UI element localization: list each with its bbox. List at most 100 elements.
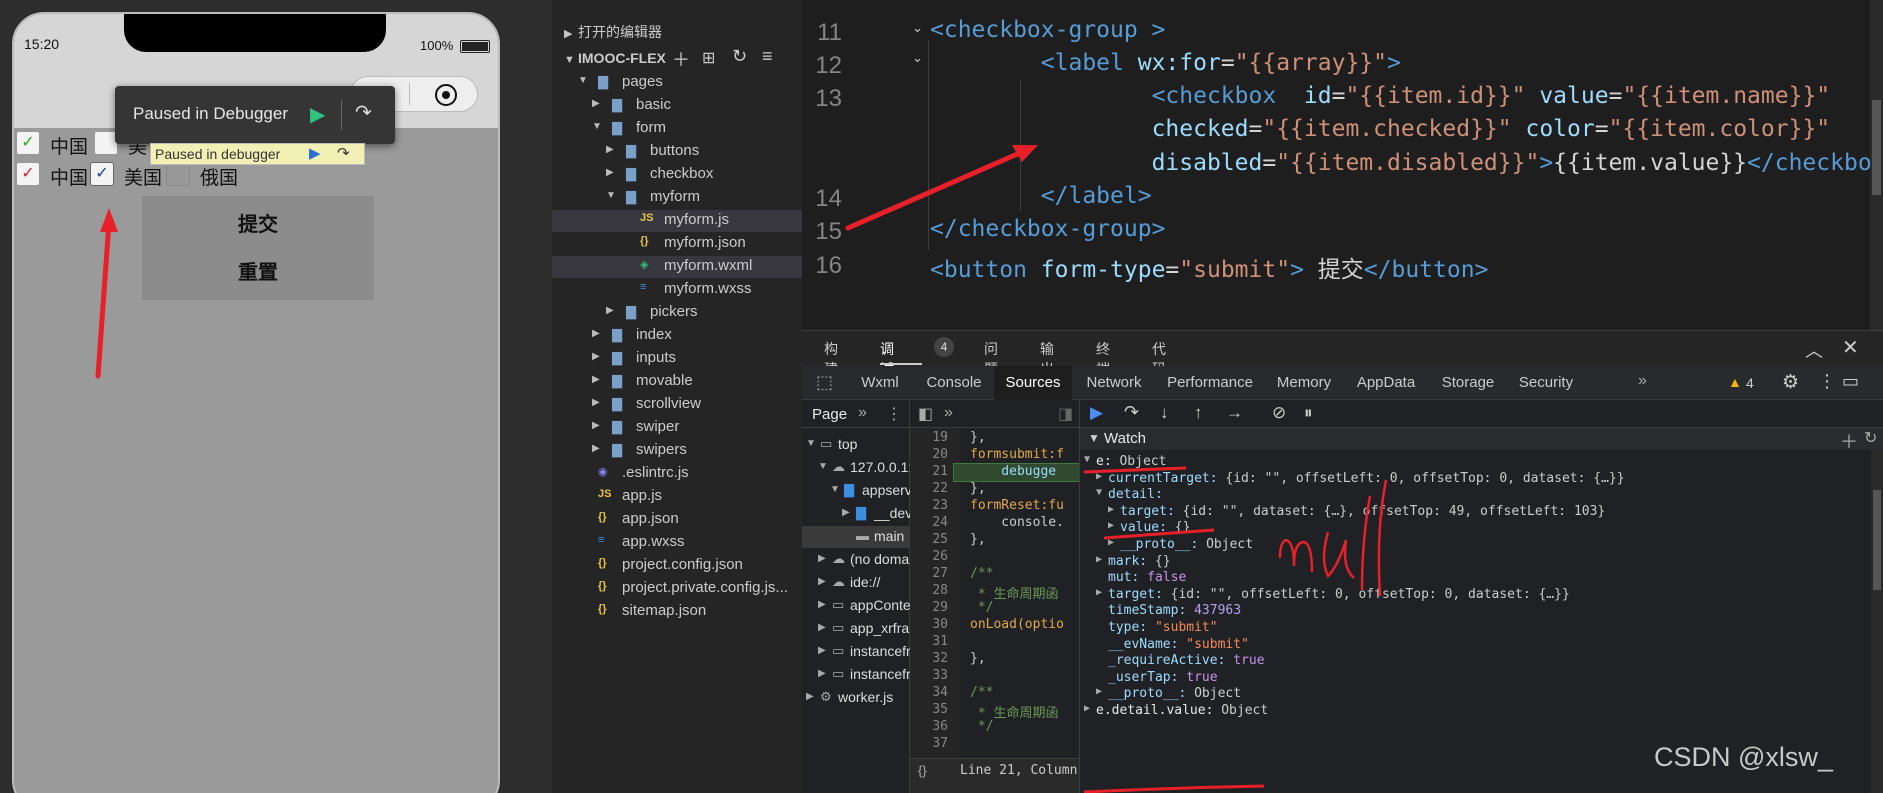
page-tab[interactable]: Page [812, 406, 847, 423]
nav-node-icon: ☁ [832, 459, 845, 474]
nav-chevron-icon: ▶ [842, 507, 850, 518]
debugger-sidebar: ▶ ↷ ↓ ↑ → ⊘ ⏸ ▼ Watch ＋ ↻ ▼ e: Object ▶ cur… [1080, 400, 1883, 793]
tree-item-app-json[interactable]: {} app.json [552, 509, 802, 531]
src-line-number: 28 [932, 583, 948, 598]
nav-node-icon: ☁ [832, 551, 845, 566]
tree-item-movable[interactable]: ▶ ▇ movable [552, 371, 802, 393]
nav-item[interactable]: ▬ main [802, 526, 910, 548]
src-line-number: 26 [932, 549, 948, 564]
folder-icon: ▇ [626, 304, 636, 319]
annotation-arrow-editor [845, 145, 1038, 231]
panel-tab-storage[interactable]: Storage [1428, 366, 1508, 400]
panel-tab-console[interactable]: Console [914, 366, 994, 400]
tree-item-swipers[interactable]: ▶ ▇ swipers [552, 440, 802, 462]
panel-tab-appdata[interactable]: AppData [1344, 366, 1428, 400]
devtools-panel: 构建调试器4问题输出终端代码质量 ︿ ✕ ⬚ WxmlConsoleSource… [802, 330, 1883, 793]
tree-item-pickers[interactable]: ▶ ▇ pickers [552, 302, 802, 324]
nav-item[interactable]: ▶ ⚙ worker.js [802, 687, 910, 709]
src-line-code: console. [970, 515, 1064, 530]
more-nav-icon[interactable]: » [858, 404, 867, 422]
tree-item-project-config-json[interactable]: {} project.config.json [552, 555, 802, 577]
refresh-icon[interactable]: ↻ [732, 46, 747, 67]
src-line-number: 27 [932, 566, 948, 581]
tree-item-myform-wxml[interactable]: ◈ myform.wxml [552, 256, 802, 278]
chevron-icon: ▶ [592, 397, 600, 408]
nav-item[interactable]: ▶ ▭ instancefr [802, 664, 910, 686]
nav-item[interactable]: ▼ ▇ appserv [802, 480, 910, 502]
close-panel-icon[interactable]: ✕ [1842, 335, 1859, 360]
panel-tab-wxml[interactable]: Wxml [846, 366, 914, 400]
panel-tab-performance[interactable]: Performance [1156, 366, 1264, 400]
tree-item-myform-wxss[interactable]: ≡ myform.wxss [552, 279, 802, 301]
tree-item-index[interactable]: ▶ ▇ index [552, 325, 802, 347]
nav-label: instancefr [850, 666, 910, 682]
more-src-icon[interactable]: » [944, 404, 953, 422]
tree-item-buttons[interactable]: ▶ ▇ buttons [552, 141, 802, 163]
src-line-number: 22 [932, 481, 948, 496]
tree-item-basic[interactable]: ▶ ▇ basic [552, 95, 802, 117]
file-icon: ≡ [640, 281, 647, 293]
nav-menu-icon[interactable]: ⋮ [886, 404, 902, 424]
tree-item--eslintrc-js[interactable]: ◉ .eslintrc.js [552, 463, 802, 485]
panel-tab-network[interactable]: Network [1072, 366, 1156, 400]
toggle-nav-icon[interactable]: ◧ [918, 404, 933, 424]
nav-item[interactable]: ▶ ▭ app_xrfran [802, 618, 910, 640]
tree-item-label: inputs [636, 349, 677, 366]
nav-item[interactable]: ▼ ☁ 127.0.0.1:4 [802, 457, 910, 479]
tree-item-form[interactable]: ▼ ▇ form [552, 118, 802, 140]
chevron-icon: ▶ [606, 167, 614, 178]
settings-gear-icon[interactable]: ⚙ [1782, 371, 1799, 394]
nav-item[interactable]: ▶ ▭ instancefr [802, 641, 910, 663]
nav-item[interactable]: ▶ ☁ ide:// [802, 572, 910, 594]
tree-item-label: project.private.config.js... [622, 579, 788, 596]
project-section[interactable]: ▼ IMOOC-FLEX [564, 50, 666, 66]
tree-item-myform-js[interactable]: JS myform.js [552, 210, 802, 232]
tree-item-label: index [636, 326, 672, 343]
dock-icon[interactable]: ▭ [1842, 371, 1859, 392]
annotation-marks [1083, 466, 1388, 793]
nav-item[interactable]: ▼ ▭ top [802, 434, 910, 456]
warning-icon[interactable]: ▲ [1728, 374, 1742, 390]
code-editor[interactable]: 11 <checkbox-group >12 <label wx:for="{{a… [802, 0, 1883, 330]
inspect-icon[interactable]: ⬚ [816, 372, 833, 393]
nav-item[interactable]: ▶ ▇ __dev [802, 503, 910, 525]
more-tabs-icon[interactable]: » [1638, 372, 1647, 390]
nav-item[interactable]: ▶ ☁ (no doma [802, 549, 910, 571]
tree-item-app-wxss[interactable]: ≡ app.wxss [552, 532, 802, 554]
nav-label: top [838, 436, 858, 452]
folder-icon: ▇ [612, 396, 622, 411]
collapse-icon[interactable]: ≡ [762, 46, 773, 67]
tree-item-project-private-config-js-[interactable]: {} project.private.config.js... [552, 578, 802, 600]
kebab-menu-icon[interactable]: ⋮ [1818, 371, 1836, 392]
nav-chevron-icon: ▼ [830, 484, 840, 495]
tree-item-checkbox[interactable]: ▶ ▇ checkbox [552, 164, 802, 186]
nav-label: main [874, 528, 905, 544]
tree-item-inputs[interactable]: ▶ ▇ inputs [552, 348, 802, 370]
tree-item-scrollview[interactable]: ▶ ▇ scrollview [552, 394, 802, 416]
tree-item-myform-json[interactable]: {} myform.json [552, 233, 802, 255]
nav-label: appConte [850, 597, 910, 613]
tree-item-myform[interactable]: ▼ ▇ myform [552, 187, 802, 209]
maximize-icon[interactable]: ︿ [1805, 337, 1823, 363]
new-file-icon[interactable]: ＋ [672, 46, 690, 72]
tree-item-swiper[interactable]: ▶ ▇ swiper [552, 417, 802, 439]
tree-item-pages[interactable]: ▼ ▇ pages [552, 72, 802, 94]
file-icon: ◉ [598, 466, 608, 478]
new-folder-icon[interactable]: ⊞ [702, 48, 715, 68]
source-viewer[interactable]: ◧ » ◨ 19}, 20 formsubmit:f 21 debugge 22}, 23… [910, 400, 1080, 793]
tree-item-label: myform.wxss [664, 280, 752, 297]
folder-icon: ▇ [612, 327, 622, 342]
folder-icon: ▇ [612, 442, 622, 457]
nav-item[interactable]: ▶ ▭ appConte [802, 595, 910, 617]
panel-tab-sources[interactable]: Sources [994, 366, 1072, 400]
panel-tab-memory[interactable]: Memory [1264, 366, 1344, 400]
file-icon: {} [598, 557, 607, 569]
nav-label: ide:// [850, 574, 881, 590]
format-icon[interactable]: {} [918, 763, 927, 778]
tree-item-app-js[interactable]: JS app.js [552, 486, 802, 508]
open-editors-section[interactable]: ▶ 打开的编辑器 [564, 22, 662, 42]
tree-item-sitemap-json[interactable]: {} sitemap.json [552, 601, 802, 623]
toggle-debugger-icon[interactable]: ◨ [1058, 404, 1073, 424]
panel-tab-security[interactable]: Security [1508, 366, 1584, 400]
chevron-icon: ▶ [592, 98, 600, 109]
